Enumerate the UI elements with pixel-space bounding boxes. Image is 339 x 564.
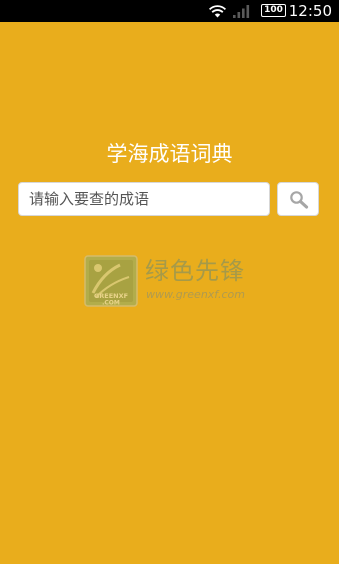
app-title: 学海成语词典 <box>106 142 233 166</box>
logo-text-line2: .COM <box>102 300 120 307</box>
search-input[interactable] <box>18 182 270 216</box>
search-icon <box>290 191 309 209</box>
wifi-icon <box>208 5 227 18</box>
status-time: 12:50 <box>288 2 332 20</box>
signal-icon <box>233 5 250 18</box>
watermark-url: www.greenxf.com <box>146 288 245 301</box>
battery-icon: 100 <box>261 4 286 17</box>
watermark-name: 绿色先锋 <box>145 257 245 285</box>
status-bar: 100 12:50 <box>0 0 339 22</box>
search-button[interactable] <box>277 182 319 216</box>
greenxf-logo: GREENXF .COM <box>84 255 138 307</box>
watermark: GREENXF .COM 绿色先锋 www.greenxf.com <box>84 255 254 311</box>
